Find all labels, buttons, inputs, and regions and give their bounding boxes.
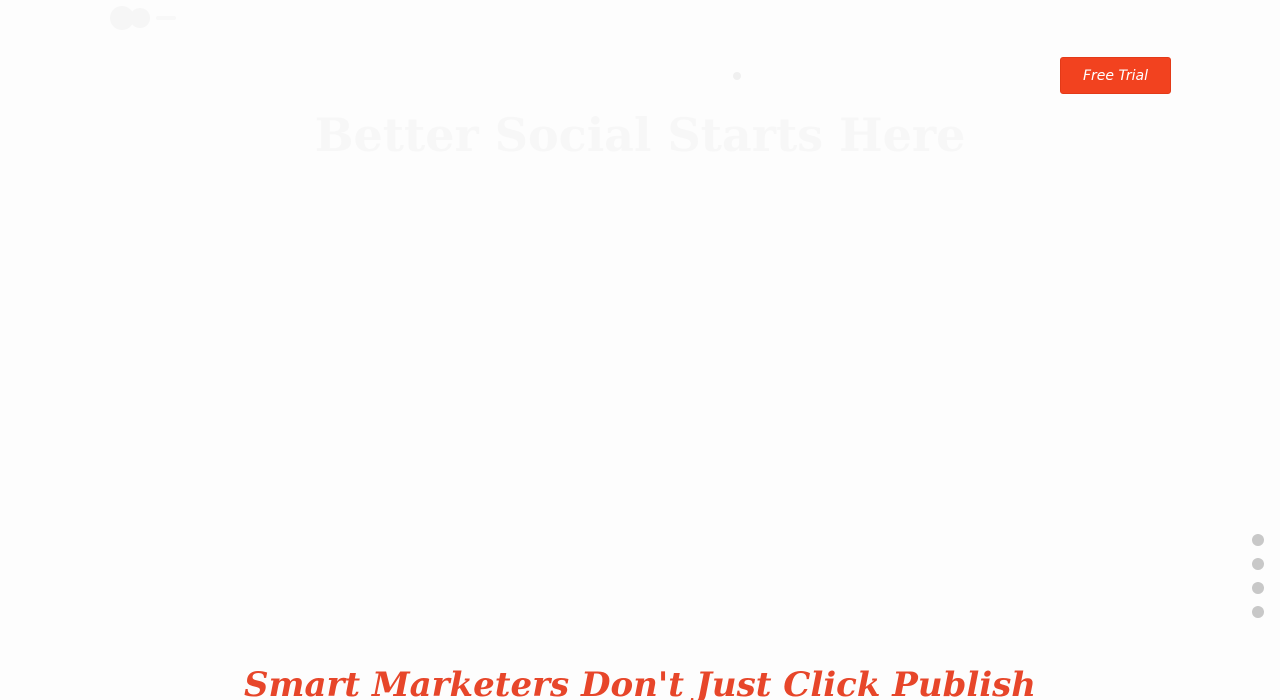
free-trial-button[interactable]: Free Trial [1060, 57, 1171, 94]
slide-dot-2[interactable] [1252, 558, 1264, 570]
slide-navigation [1252, 534, 1264, 618]
brand-logo-icon[interactable] [108, 2, 180, 34]
nav-indicator-icon [733, 72, 741, 80]
slide-dot-3[interactable] [1252, 582, 1264, 594]
slide-dot-4[interactable] [1252, 606, 1264, 618]
slide-dot-1[interactable] [1252, 534, 1264, 546]
section-heading: Smart Marketers Don't Just Click Publish [243, 665, 1037, 700]
hero-title: Better Social Starts Here [314, 108, 966, 162]
